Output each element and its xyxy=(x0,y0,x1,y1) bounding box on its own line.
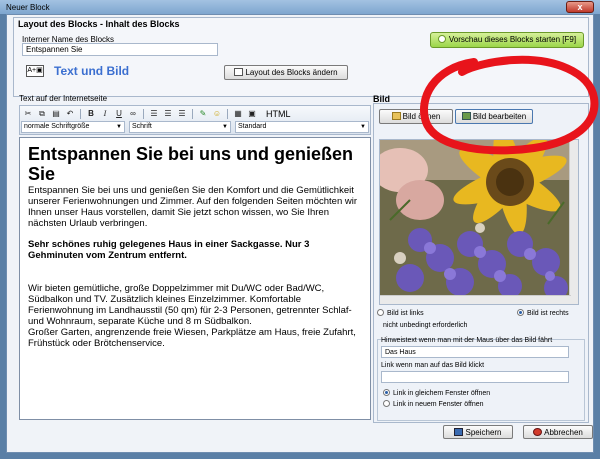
link-label: Link wenn man auf das Bild klickt xyxy=(381,362,485,369)
chevron-down-icon: ▼ xyxy=(222,124,228,130)
image-right-radio[interactable]: Bild ist rechts xyxy=(517,309,569,318)
underline-icon[interactable]: U xyxy=(113,108,125,120)
font-value: Schrift xyxy=(132,123,152,130)
cancel-icon xyxy=(533,428,543,436)
save-button[interactable]: Speichern xyxy=(443,425,513,439)
text-image-icon: A+▣ xyxy=(26,65,44,77)
optional-label: nicht unbedingt erforderlich xyxy=(383,322,468,329)
italic-icon[interactable]: I xyxy=(99,108,111,120)
align-right-icon[interactable]: ☰ xyxy=(176,108,188,120)
new-window-radio[interactable]: Link in neuem Fenster öffnen xyxy=(383,400,484,409)
radio-icon xyxy=(383,400,390,407)
window-title: Neuer Block xyxy=(6,3,50,12)
rich-text-editor[interactable]: Entspannen Sie bei uns und genießen Sie … xyxy=(19,137,371,420)
same-window-radio[interactable]: Link in gleichem Fenster öffnen xyxy=(383,389,490,398)
smiley-icon[interactable]: ☺ xyxy=(211,108,223,120)
new-window-label: Link in neuem Fenster öffnen xyxy=(393,401,484,408)
preview-button[interactable]: Vorschau dieses Blocks starten [F9] xyxy=(430,32,584,48)
save-icon xyxy=(454,428,464,436)
dialog-body: Layout des Blocks - Inhalt des Blocks In… xyxy=(6,14,594,453)
editor-bold-paragraph: Sehr schönes ruhig gelegenes Haus in ein… xyxy=(28,239,310,261)
radio-icon xyxy=(377,309,384,316)
link-input[interactable] xyxy=(381,371,569,383)
open-image-label: Bild öffnen xyxy=(402,112,441,121)
cancel-button[interactable]: Abbrechen xyxy=(523,425,593,439)
same-window-label: Link in gleichem Fenster öffnen xyxy=(393,390,491,397)
layout-group-title: Layout des Blocks - Inhalt des Blocks xyxy=(18,19,180,29)
paste-icon[interactable]: ▤ xyxy=(50,108,62,120)
layout-icon xyxy=(234,68,244,76)
edit-image-button[interactable]: Bild bearbeiten xyxy=(455,109,533,124)
hint-text-label: Hinweistext wenn man mit der Maus über d… xyxy=(381,337,553,344)
image-right-label: Bild ist rechts xyxy=(527,310,569,317)
image-scrollbar-vertical[interactable] xyxy=(569,140,578,304)
bold-icon[interactable]: B xyxy=(85,108,97,120)
image-left-radio[interactable]: Bild ist links xyxy=(377,309,424,318)
preview-button-label: Vorschau dieses Blocks starten [F9] xyxy=(448,35,577,44)
color-pen-icon[interactable]: ✎ xyxy=(197,108,209,120)
block-type-label: Text und Bild xyxy=(54,64,130,78)
cut-icon[interactable]: ✂ xyxy=(22,108,34,120)
image-left-label: Bild ist links xyxy=(387,310,424,317)
folder-icon xyxy=(391,112,401,120)
title-bar: Neuer Block x xyxy=(0,0,600,14)
editor-paragraph-2: Wir bieten gemütliche, große Doppelzimme… xyxy=(28,283,352,327)
open-image-button[interactable]: Bild öffnen xyxy=(379,109,453,124)
play-icon xyxy=(437,35,446,43)
radio-selected-icon xyxy=(383,389,390,396)
table-icon[interactable]: ▦ xyxy=(232,108,244,120)
picture-icon xyxy=(461,112,471,120)
align-center-icon[interactable]: ☰ xyxy=(162,108,174,120)
image-preview xyxy=(379,139,579,305)
editor-heading: Entspannen Sie bei uns und genießen Sie xyxy=(28,144,354,184)
html-mode-button[interactable]: HTML xyxy=(266,109,291,119)
save-button-label: Speichern xyxy=(465,428,502,437)
editor-paragraph-1: Entspannen Sie bei uns und genießen Sie … xyxy=(28,185,358,229)
font-size-select[interactable]: normale Schriftgröße ▼ xyxy=(21,121,125,133)
chevron-down-icon: ▼ xyxy=(116,124,122,130)
change-layout-button[interactable]: Layout des Blocks ändern xyxy=(224,65,348,80)
link-icon[interactable]: ∞ xyxy=(127,108,139,120)
image-scrollbar-horizontal[interactable] xyxy=(380,295,571,304)
chevron-down-icon: ▼ xyxy=(360,124,366,130)
editor-paragraph-3: Großer Garten, angrenzende freie Wiesen,… xyxy=(28,327,356,349)
radio-selected-icon xyxy=(517,309,524,316)
block-name-input[interactable]: Entspannen Sie xyxy=(22,43,218,56)
window-close-button[interactable]: x xyxy=(566,1,594,13)
image-icon[interactable]: ▣ xyxy=(246,108,258,120)
style-select[interactable]: Standard ▼ xyxy=(235,121,369,133)
window-frame: Neuer Block x Layout des Blocks - Inhalt… xyxy=(0,0,600,459)
layout-group: Layout des Blocks - Inhalt des Blocks In… xyxy=(13,17,589,97)
editor-title: Text auf der Internetseite xyxy=(19,94,108,103)
edit-image-label: Bild bearbeiten xyxy=(472,112,527,121)
align-left-icon[interactable]: ☰ xyxy=(148,108,160,120)
undo-icon[interactable]: ↶ xyxy=(64,108,76,120)
font-size-value: normale Schriftgröße xyxy=(24,123,90,130)
flower-photo xyxy=(380,140,570,296)
style-value: Standard xyxy=(238,123,267,130)
hint-text-input[interactable]: Das Haus xyxy=(381,346,569,358)
font-select[interactable]: Schrift ▼ xyxy=(129,121,231,133)
copy-icon[interactable]: ⧉ xyxy=(36,108,48,120)
change-layout-label: Layout des Blocks ändern xyxy=(245,68,338,77)
cancel-button-label: Abbrechen xyxy=(544,428,583,437)
